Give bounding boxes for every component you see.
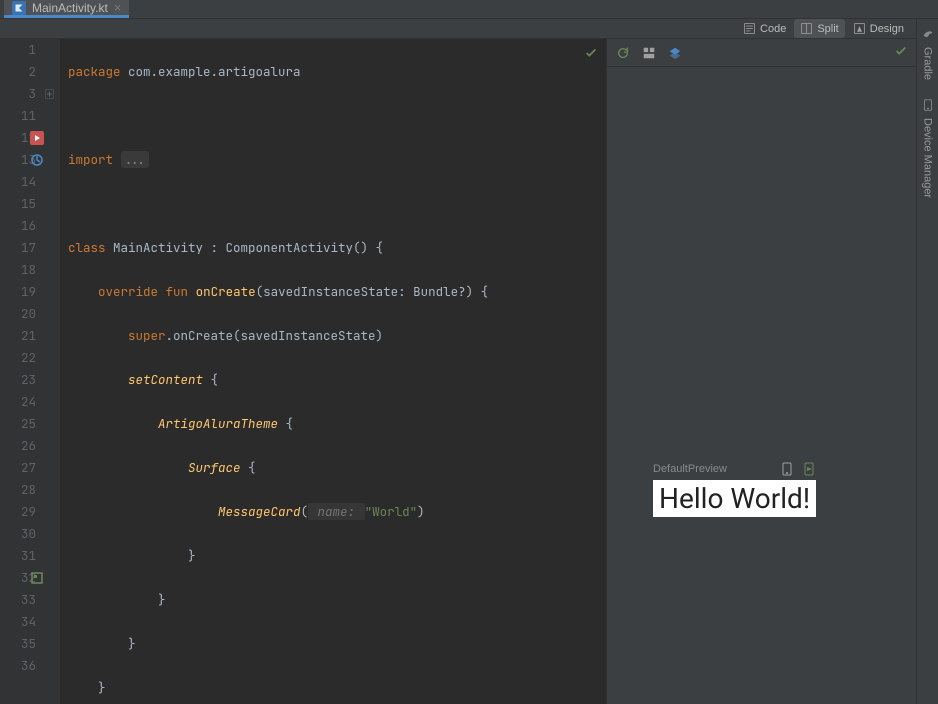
editor-tab-bar: MainActivity.kt ×	[0, 0, 938, 19]
code-mode-icon	[743, 22, 756, 35]
line-number: 22	[21, 349, 36, 366]
line-number: 27	[21, 459, 36, 476]
line-number: 2	[28, 63, 36, 80]
gutter[interactable]: 1 2 3 11 12 13 14 15 16 17 1	[0, 39, 60, 704]
line-number: 28	[21, 481, 36, 498]
line-number: 14	[21, 173, 36, 190]
right-tool-strip: Gradle Device Manager	[916, 19, 938, 704]
line-number: 16	[21, 217, 36, 234]
preview-canvas[interactable]: DefaultPreview Hello World!	[607, 67, 916, 704]
workspace: Code Split Design 1 2 3	[0, 19, 938, 704]
inspection-ok-icon[interactable]	[584, 45, 598, 67]
preview-toolbar	[607, 39, 916, 67]
line-number: 26	[21, 437, 36, 454]
file-tab-label: MainActivity.kt	[32, 1, 108, 15]
line-number: 21	[21, 327, 36, 344]
mode-split-label: Split	[817, 23, 838, 35]
split-mode-icon	[800, 22, 813, 35]
refresh-icon[interactable]	[615, 45, 631, 61]
device-manager-label: Device Manager	[922, 118, 934, 198]
line-number: 3	[28, 85, 36, 102]
line-number: 35	[21, 635, 36, 652]
line-number: 31	[21, 547, 36, 564]
preview-ok-icon[interactable]	[894, 44, 908, 61]
preview-panel: DefaultPreview Hello World!	[606, 39, 916, 704]
gradle-tool-window[interactable]: Gradle	[921, 27, 935, 80]
view-mode-bar: Code Split Design	[0, 19, 916, 39]
line-number: 20	[21, 305, 36, 322]
line-number: 17	[21, 239, 36, 256]
file-tab-mainactivity[interactable]: MainActivity.kt ×	[4, 0, 129, 18]
line-number: 15	[21, 195, 36, 212]
line-number: 1	[28, 41, 36, 58]
mode-split[interactable]: Split	[794, 19, 844, 38]
line-number: 25	[21, 415, 36, 432]
line-number: 29	[21, 503, 36, 520]
run-gutter-icon[interactable]	[30, 131, 44, 145]
layout-bounds-icon[interactable]	[641, 45, 657, 61]
preview-item-header: DefaultPreview	[653, 462, 816, 476]
device-manager-icon	[921, 98, 935, 112]
design-mode-icon	[853, 22, 866, 35]
fold-plus-icon[interactable]	[45, 90, 54, 99]
line-number: 30	[21, 525, 36, 542]
gradle-label: Gradle	[922, 47, 934, 80]
line-number: 19	[21, 283, 36, 300]
code-editor[interactable]: 1 2 3 11 12 13 14 15 16 17 1	[0, 39, 606, 704]
main-area: Code Split Design 1 2 3	[0, 19, 916, 704]
close-tab-icon[interactable]: ×	[114, 0, 122, 15]
mode-design[interactable]: Design	[847, 19, 910, 38]
override-gutter-icon[interactable]	[30, 153, 44, 167]
preview-item[interactable]: DefaultPreview Hello World!	[653, 462, 816, 517]
layers-icon[interactable]	[667, 45, 683, 61]
interactive-preview-icon[interactable]	[780, 462, 794, 476]
line-number: 18	[21, 261, 36, 278]
device-manager-tool-window[interactable]: Device Manager	[921, 98, 935, 198]
preview-label: DefaultPreview	[653, 463, 727, 475]
preview-gutter-icon[interactable]	[30, 571, 44, 585]
preview-render: Hello World!	[653, 480, 816, 517]
mode-code-label: Code	[760, 23, 786, 35]
line-number: 36	[21, 657, 36, 674]
mode-code[interactable]: Code	[737, 19, 792, 38]
line-number: 24	[21, 393, 36, 410]
split-container: 1 2 3 11 12 13 14 15 16 17 1	[0, 39, 916, 704]
mode-design-label: Design	[870, 23, 904, 35]
deploy-preview-icon[interactable]	[802, 462, 816, 476]
code-area[interactable]: package com.example.artigoalura import .…	[60, 39, 606, 704]
line-number: 11	[21, 107, 36, 124]
kotlin-file-icon	[12, 1, 26, 15]
line-number: 34	[21, 613, 36, 630]
gradle-icon	[921, 27, 935, 41]
line-number: 33	[21, 591, 36, 608]
line-number: 23	[21, 371, 36, 388]
